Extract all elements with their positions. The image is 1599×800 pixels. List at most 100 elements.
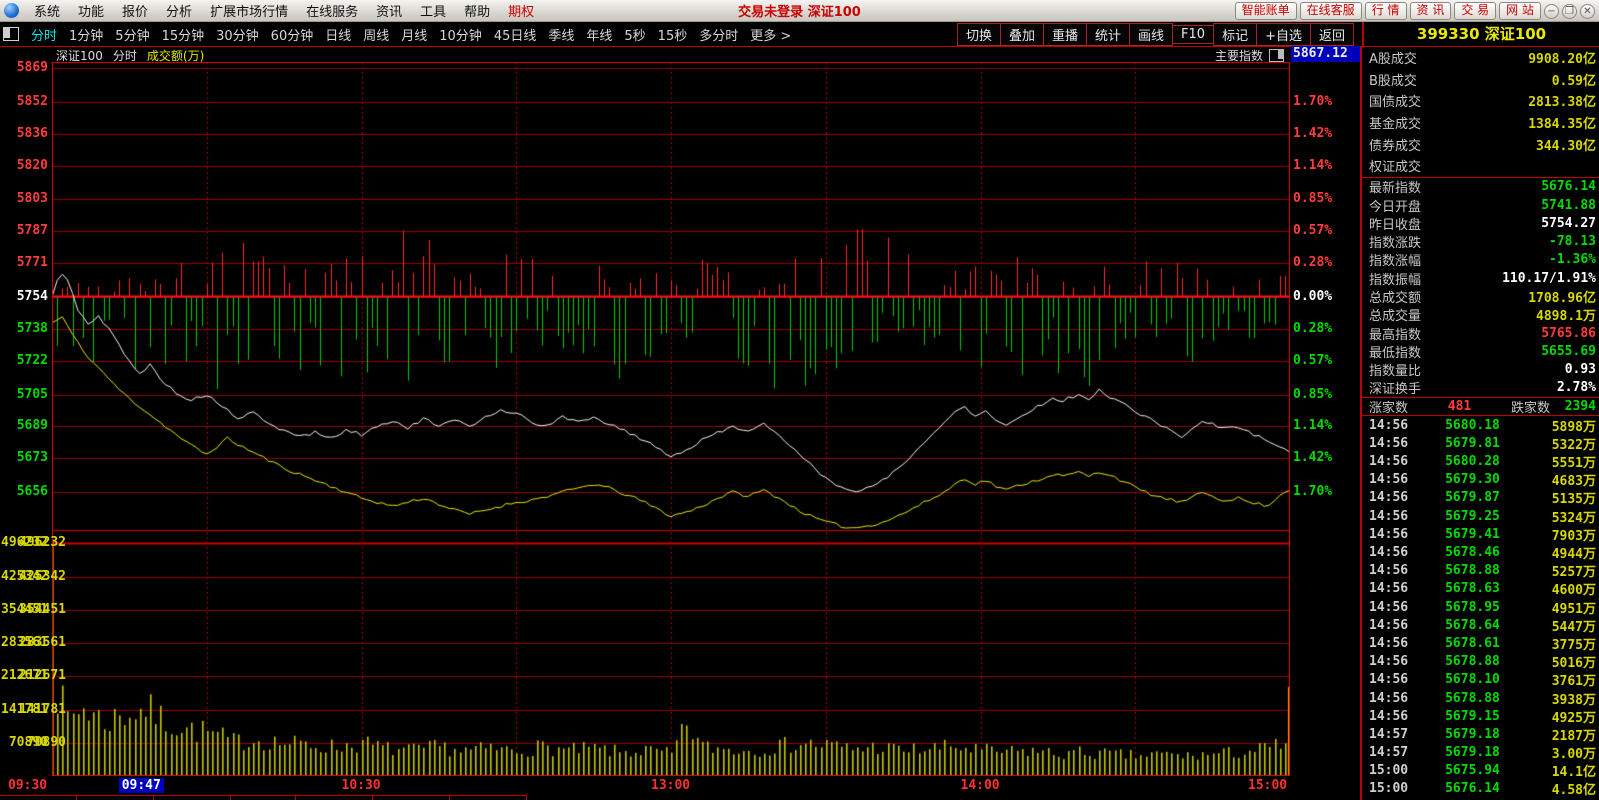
advancers-value: 481: [1408, 399, 1511, 414]
action-button-5[interactable]: F10: [1172, 25, 1214, 44]
action-button-6[interactable]: 标记: [1213, 23, 1257, 46]
tick-row: 14:565678.103761万: [1362, 671, 1599, 689]
period-tab-10[interactable]: 45日线: [488, 25, 543, 44]
axis-max-value: 5867.12: [1291, 46, 1360, 62]
action-button-7[interactable]: +自选: [1256, 23, 1311, 46]
tick-volume: 3775万: [1524, 634, 1596, 653]
tick-price: 5678.88: [1421, 563, 1524, 578]
menu-item-3[interactable]: 分析: [157, 1, 201, 20]
period-tab-3[interactable]: 15分钟: [156, 25, 211, 44]
menu-item-8[interactable]: 帮助: [455, 1, 499, 20]
action-button-4[interactable]: 画线: [1129, 23, 1173, 46]
tick-volume: 5551万: [1524, 452, 1596, 471]
period-tab-0[interactable]: 分时: [25, 25, 63, 44]
tick-volume: 5135万: [1524, 488, 1596, 507]
minimize-button[interactable]: −: [1544, 4, 1559, 19]
axis-tick-label: 5787: [0, 224, 48, 238]
titlebar-button-0[interactable]: 智能账单: [1235, 2, 1297, 20]
action-button-0[interactable]: 切换: [957, 23, 1001, 46]
axis-tick-label: 0.28%: [1293, 256, 1353, 270]
menu-item-1[interactable]: 功能: [69, 1, 113, 20]
tick-volume: 5257万: [1524, 561, 1596, 580]
period-tab-11[interactable]: 季线: [542, 25, 580, 44]
period-tab-8[interactable]: 月线: [395, 25, 433, 44]
tick-time: 14:56: [1369, 618, 1421, 633]
period-tab-1[interactable]: 1分钟: [63, 25, 109, 44]
titlebar-button-1[interactable]: 在线客服: [1300, 2, 1362, 20]
action-button-2[interactable]: 重播: [1043, 23, 1087, 46]
period-tab-16[interactable]: 更多 >: [744, 25, 797, 44]
menu-item-5[interactable]: 在线服务: [297, 1, 367, 20]
tick-volume: 5447万: [1524, 616, 1596, 635]
bottom-tab-4[interactable]: 大单分析: [295, 795, 373, 800]
tick-time: 14:56: [1369, 709, 1421, 724]
tick-row: 14:575679.182187万: [1362, 725, 1599, 743]
bottom-tab-0[interactable]: 分时走势: [0, 795, 77, 800]
close-button[interactable]: ✕: [1580, 4, 1595, 19]
tick-time: 14:56: [1369, 509, 1421, 524]
bottom-tab-3[interactable]: 分价表: [230, 795, 296, 800]
action-button-3[interactable]: 统计: [1086, 23, 1130, 46]
action-button-8[interactable]: 返回: [1310, 23, 1354, 46]
axis-tick-label: 5656: [0, 485, 48, 499]
tick-price: 5678.95: [1421, 600, 1524, 615]
index-label: 指数涨跌: [1369, 232, 1421, 251]
index-label: 今日开盘: [1369, 196, 1421, 215]
titlebar-button-3[interactable]: 资 讯: [1410, 2, 1452, 20]
bottom-tab-5[interactable]: 指数对比: [372, 795, 450, 800]
period-tab-15[interactable]: 多分时: [693, 25, 744, 44]
bottom-tab-1[interactable]: 多日分时: [76, 795, 154, 800]
period-tab-13[interactable]: 5秒: [618, 25, 651, 44]
axis-tick-label: 0.85%: [1293, 192, 1353, 206]
axis-tick-label: 5722: [0, 354, 48, 368]
titlebar-button-4[interactable]: 交 易: [1454, 2, 1496, 20]
tick-row: 14:565679.255324万: [1362, 507, 1599, 525]
period-tab-2[interactable]: 5分钟: [109, 25, 155, 44]
tick-price: 5678.88: [1421, 691, 1524, 706]
index-label: 指数量比: [1369, 360, 1421, 379]
period-tab-5[interactable]: 60分钟: [265, 25, 320, 44]
tick-price: 5678.10: [1421, 672, 1524, 687]
tick-price: 5679.41: [1421, 527, 1524, 542]
menu-item-options[interactable]: 期权: [499, 1, 543, 20]
tick-row: 14:565678.645447万: [1362, 616, 1599, 634]
menu-item-2[interactable]: 报价: [113, 1, 157, 20]
intraday-chart-canvas[interactable]: [52, 62, 1290, 776]
tick-row: 14:565679.417903万: [1362, 525, 1599, 543]
tick-list[interactable]: 14:565680.185898万14:565679.815322万14:565…: [1362, 416, 1599, 798]
titlebar-button-2[interactable]: 行 情: [1365, 2, 1407, 20]
tick-time: 14:56: [1369, 581, 1421, 596]
panel-layout-icon[interactable]: [3, 27, 19, 41]
menu-item-6[interactable]: 资讯: [367, 1, 411, 20]
index-value: 2.78%: [1557, 380, 1596, 395]
tick-time: 14:56: [1369, 436, 1421, 451]
tick-volume: 4.58亿: [1524, 779, 1596, 798]
period-tab-9[interactable]: 10分钟: [433, 25, 488, 44]
restore-button[interactable]: ❐: [1562, 4, 1577, 19]
bottom-tab-2[interactable]: 成交明细: [153, 795, 231, 800]
period-tab-12[interactable]: 年线: [580, 25, 618, 44]
tick-time: 14:56: [1369, 636, 1421, 651]
market-label: 债券成交: [1369, 135, 1421, 154]
tick-row: 14:565678.464944万: [1362, 543, 1599, 561]
index-value: 5765.86: [1541, 326, 1596, 341]
period-tab-6[interactable]: 日线: [319, 25, 357, 44]
menu-item-0[interactable]: 系统: [25, 1, 69, 20]
index-value: -78.13: [1549, 234, 1596, 249]
axis-tick-label: 1.14%: [1293, 159, 1353, 173]
period-tab-7[interactable]: 周线: [357, 25, 395, 44]
action-button-1[interactable]: 叠加: [1000, 23, 1044, 46]
period-tab-14[interactable]: 15秒: [652, 25, 694, 44]
titlebar-button-5[interactable]: 网 站: [1499, 2, 1541, 20]
menu-item-4[interactable]: 扩展市场行情: [201, 1, 297, 20]
market-row: 基金成交1384.35亿: [1362, 112, 1599, 134]
index-value: 0.93: [1565, 362, 1596, 377]
axis-tick-label: 1.70%: [1293, 95, 1353, 109]
bottom-tab-6[interactable]: 综合排名: [449, 795, 527, 800]
advancers-decliners-row: 涨家数 481 跌家数 2394: [1362, 398, 1599, 416]
menu-item-7[interactable]: 工具: [411, 1, 455, 20]
tick-volume: 5324万: [1524, 507, 1596, 526]
period-tab-4[interactable]: 30分钟: [210, 25, 265, 44]
panel-toggle-icon[interactable]: [1269, 49, 1284, 62]
index-row: 指数振幅110.17/1.91%: [1362, 269, 1599, 287]
